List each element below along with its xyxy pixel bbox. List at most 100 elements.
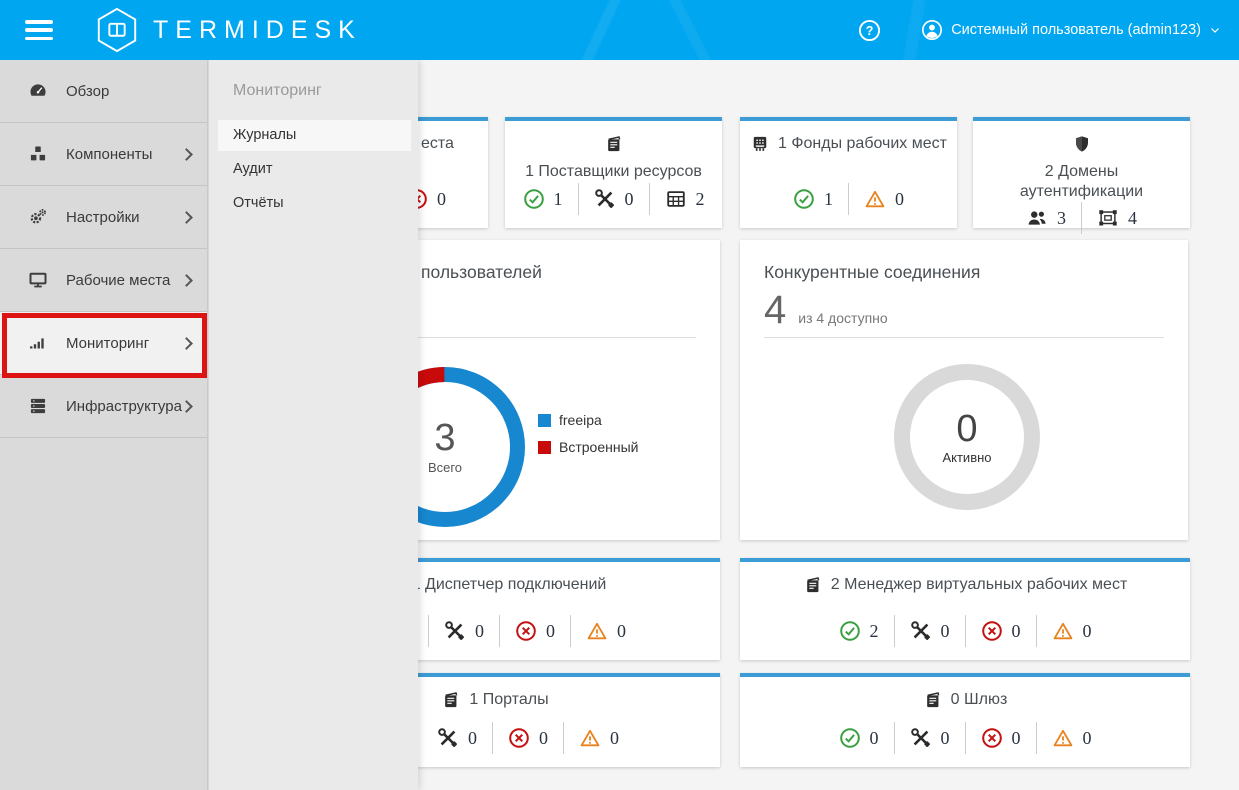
chevron-down-icon xyxy=(1209,24,1221,36)
card-title-text: 1 Поставщики ресурсов xyxy=(525,163,702,180)
avatar-icon xyxy=(921,19,943,41)
connections-available-label: из 4 доступно xyxy=(798,310,888,326)
table-icon xyxy=(665,188,687,210)
card-title-text: 1 Фонды рабочих мест xyxy=(778,135,947,152)
stat-value: 0 xyxy=(624,188,634,209)
stat-errors: 0 xyxy=(492,722,563,754)
tools-icon xyxy=(910,620,932,642)
flyout-header: Мониторинг xyxy=(233,82,322,99)
card-concurrent-connections: Конкурентные соединения 4 из 4 доступно … xyxy=(740,240,1188,540)
card-workplace-pools: 1 Фонды рабочих мест 1 0 xyxy=(740,117,957,228)
card-auth-domains: 2 Домены аутентификации 3 4 xyxy=(973,117,1190,234)
card-title: 2 Менеджер виртуальных рабочих мест xyxy=(740,575,1190,595)
stat-warnings: 0 xyxy=(1035,615,1107,647)
stat-maintenance: 0 xyxy=(893,615,965,647)
hexagon-logo-icon xyxy=(95,7,139,53)
shield-icon xyxy=(1072,134,1092,154)
card-title: 0 Шлюз xyxy=(740,690,1190,710)
card-title: 1 Фонды рабочих мест xyxy=(740,134,957,154)
check-circle-icon xyxy=(523,188,545,210)
stat-ok: 0 xyxy=(824,722,894,754)
stat-total: 2 xyxy=(648,183,720,215)
card-title-text: 2 Менеджер виртуальных рабочих мест xyxy=(830,576,1128,593)
sidebar: Обзор Компоненты Настройки Рабочие места… xyxy=(0,60,208,790)
flyout-item-reports[interactable]: Отчёты xyxy=(218,188,411,219)
card-title-text: 0 Шлюз xyxy=(950,691,1008,708)
warning-triangle-icon xyxy=(586,620,608,642)
stat-value: 0 xyxy=(475,620,484,641)
legend-label: freeipa xyxy=(559,412,602,428)
monitoring-flyout: Мониторинг Журналы Аудит Отчёты xyxy=(208,60,418,790)
stat-groups: 4 xyxy=(1081,202,1152,234)
stat-value: 0 xyxy=(437,188,446,209)
card-gateway: 0 Шлюз 0 0 0 0 xyxy=(740,673,1190,767)
card-title: Конкурентные соединения xyxy=(764,262,981,282)
card-vdi-manager: 2 Менеджер виртуальных рабочих мест 2 0 … xyxy=(740,558,1190,660)
chevron-right-icon xyxy=(180,147,193,161)
sidebar-item-label: Обзор xyxy=(66,82,110,100)
legend-item: freeipa xyxy=(538,412,638,428)
warning-triangle-icon xyxy=(1052,727,1074,749)
flyout-item-audit[interactable]: Аудит xyxy=(218,154,411,185)
stat-maintenance: 0 xyxy=(428,615,499,647)
user-menu[interactable]: Системный пользователь (admin123) xyxy=(921,19,1221,41)
check-circle-icon xyxy=(793,188,815,210)
document-icon xyxy=(923,690,943,710)
connections-active-value: 0 xyxy=(956,407,978,450)
stat-ok: 2 xyxy=(824,615,894,647)
signal-bars-icon xyxy=(28,333,48,353)
sidebar-item-components[interactable]: Компоненты xyxy=(0,123,207,186)
flyout-item-journals[interactable]: Журналы xyxy=(218,120,411,151)
sidebar-item-overview[interactable]: Обзор xyxy=(0,60,207,123)
stat-value: 0 xyxy=(895,188,904,209)
connections-available-value: 4 xyxy=(764,288,787,332)
stat-value: 0 xyxy=(869,727,879,748)
card-title-text: 1 Диспетчер подключений xyxy=(411,576,607,593)
tools-icon xyxy=(444,620,466,642)
user-label: Системный пользователь (admin123) xyxy=(951,22,1201,38)
donut-legend: freeipa Встроенный xyxy=(538,412,638,455)
stat-value: 0 xyxy=(610,727,619,748)
svg-text:?: ? xyxy=(866,23,874,37)
sidebar-item-monitoring[interactable]: Мониторинг xyxy=(0,312,207,375)
card-resource-providers: 1 Поставщики ресурсов 1 0 2 xyxy=(505,117,722,228)
stat-warnings: 0 xyxy=(563,722,634,754)
servers-icon xyxy=(28,396,48,416)
warning-triangle-icon xyxy=(579,727,601,749)
stat-value: 2 xyxy=(695,188,705,209)
stat-warnings: 0 xyxy=(570,615,641,647)
stat-warnings: 0 xyxy=(1035,722,1107,754)
stat-maintenance: 0 xyxy=(577,183,649,215)
stat-value: 1 xyxy=(553,188,563,209)
stat-ok: 1 xyxy=(778,183,848,215)
sidebar-item-infrastructure[interactable]: Инфраструктура xyxy=(0,375,207,438)
sidebar-item-workplaces[interactable]: Рабочие места xyxy=(0,249,207,312)
chevron-right-icon xyxy=(180,273,193,287)
check-circle-icon xyxy=(839,727,861,749)
chevron-right-icon xyxy=(180,336,193,350)
legend-item: Встроенный xyxy=(538,439,638,455)
tools-icon xyxy=(437,727,459,749)
stat-value: 2 xyxy=(869,620,879,641)
connections-ring: 0 Активно xyxy=(894,364,1040,510)
hamburger-menu-icon[interactable] xyxy=(25,20,53,40)
legend-swatch xyxy=(538,440,551,454)
tools-icon xyxy=(594,188,616,210)
document-icon xyxy=(803,575,823,595)
sidebar-item-settings[interactable]: Настройки xyxy=(0,186,207,249)
sidebar-item-label: Рабочие места xyxy=(66,271,171,289)
document-icon xyxy=(441,690,461,710)
brand-logo[interactable]: TERMIDESK xyxy=(95,7,362,53)
stat-warnings: 0 xyxy=(848,183,919,215)
help-icon[interactable]: ? xyxy=(858,19,881,42)
stat-value: 4 xyxy=(1128,207,1137,228)
error-circle-icon xyxy=(515,620,537,642)
stat-value: 0 xyxy=(940,727,950,748)
chevron-right-icon xyxy=(180,210,193,224)
error-circle-icon xyxy=(981,620,1003,642)
stat-value: 0 xyxy=(1082,727,1092,748)
sidebar-item-label: Мониторинг xyxy=(66,334,150,352)
stat-users: 3 xyxy=(1011,202,1081,234)
stat-errors: 0 xyxy=(964,615,1036,647)
brand-name: TERMIDESK xyxy=(153,15,362,44)
